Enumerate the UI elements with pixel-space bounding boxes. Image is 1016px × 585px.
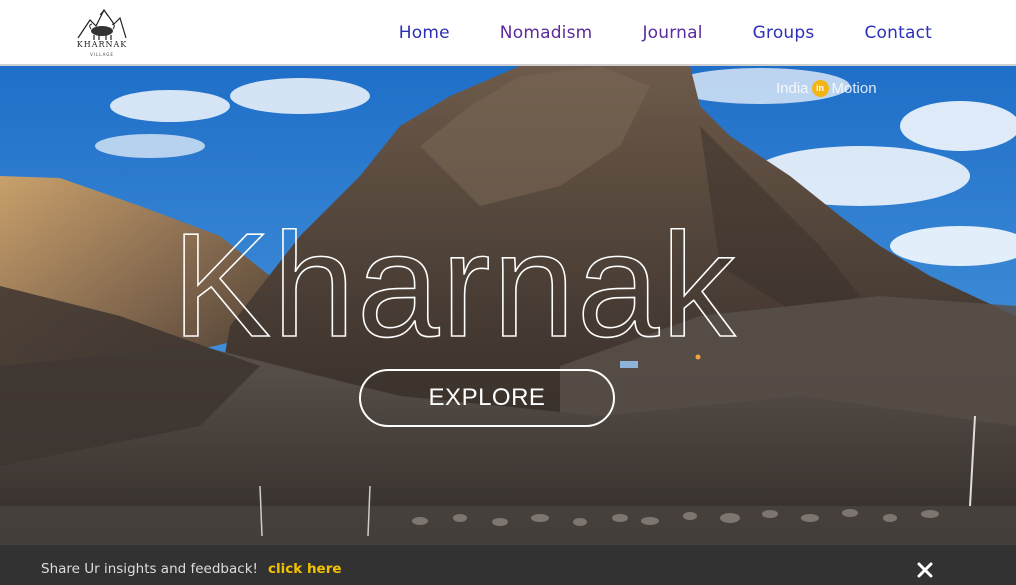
feedback-text: Share Ur insights and feedback! [41,561,258,577]
logo-text: KHARNAK [76,40,128,49]
video-watermark: India in Motion [776,80,877,97]
main-nav: Home Nomadism Journal Groups Contact [399,0,932,66]
feedback-link[interactable]: click here [268,561,342,577]
nav-groups[interactable]: Groups [753,23,815,43]
yak-mountain-logo-icon [77,8,127,40]
hero-section: India in Motion Kharnak EXPLORE [0,66,1016,585]
site-header: KHARNAK VILLAGE Home Nomadism Journal Gr… [0,0,1016,66]
watermark-text-left: India [776,80,809,97]
close-icon[interactable] [914,559,936,581]
watermark-text-right: Motion [831,80,877,97]
logo-subtext: VILLAGE [90,52,114,57]
feedback-bar: Share Ur insights and feedback! click he… [0,545,1016,585]
site-logo[interactable]: KHARNAK VILLAGE [76,4,128,60]
nav-home[interactable]: Home [399,23,450,43]
nav-nomadism[interactable]: Nomadism [500,23,593,43]
hero-title: Kharnak [171,202,737,348]
watermark-badge: in [811,80,829,97]
hero-title-text: Kharnak [172,203,737,348]
explore-button[interactable]: EXPLORE [359,369,615,427]
nav-contact[interactable]: Contact [864,23,932,43]
nav-journal[interactable]: Journal [642,23,702,43]
